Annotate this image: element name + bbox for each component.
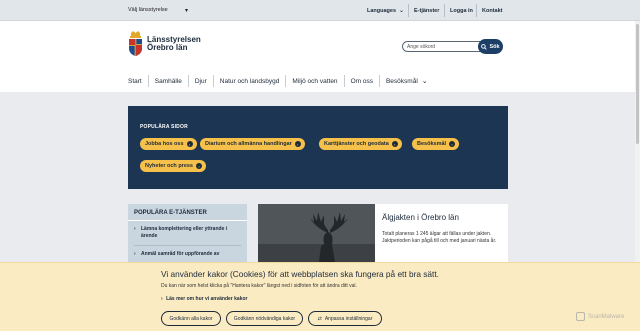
divider bbox=[444, 4, 445, 17]
cookie-title: Vi använder kakor (Cookies) för att webb… bbox=[161, 269, 439, 279]
login-link[interactable]: Logga in bbox=[450, 0, 473, 21]
accept-all-cookies-button[interactable]: Godkänn alla kakor bbox=[161, 311, 221, 326]
popular-link-nyheter[interactable]: Nyheter och press › bbox=[140, 160, 206, 172]
news-card[interactable]: Älgjakten i Örebro län Totalt planeras 1… bbox=[258, 204, 508, 269]
chevron-right-icon: › bbox=[161, 296, 163, 302]
popular-link-karttjanster[interactable]: Karttjänster och geodata › bbox=[319, 138, 402, 150]
eservices-link[interactable]: E-tjänster bbox=[414, 0, 439, 21]
settings-sliders-icon: ⇄ bbox=[317, 315, 322, 322]
chevron-right-icon: › bbox=[134, 251, 136, 257]
eservices-title: POPULÄRA E-TJÄNSTER bbox=[134, 210, 207, 216]
search-button[interactable]: Sök bbox=[478, 39, 503, 54]
eservice-link-label: Lämna komplettering eller yttrande i äre… bbox=[141, 226, 228, 239]
site-logo[interactable]: Länsstyrelsen Örebro län bbox=[128, 31, 201, 57]
popular-link-besoksmal[interactable]: Besöksmål › bbox=[412, 138, 460, 150]
adjust-cookie-settings-button[interactable]: ⇄ Anpassa inställningar bbox=[308, 311, 382, 326]
popular-link-jobba[interactable]: Jobba hos oss › bbox=[140, 138, 197, 150]
arrow-right-icon: › bbox=[391, 141, 398, 147]
cookie-read-more-label: Läs mer om hur vi använder kakor bbox=[166, 296, 248, 302]
eservice-link-label: Anmäl samråd för uppförande av bbox=[141, 251, 220, 257]
nav-item-miljo[interactable]: Miljö och vatten bbox=[292, 78, 337, 85]
search-icon bbox=[481, 43, 488, 50]
moose-silhouette-image bbox=[258, 204, 375, 269]
search-input[interactable]: Ange sökord bbox=[402, 41, 482, 52]
pill-label: Besöksmål bbox=[417, 141, 447, 147]
news-title: Älgjakten i Örebro län bbox=[382, 213, 459, 222]
accept-necessary-cookies-button[interactable]: Godkänn nödvändiga kakor bbox=[226, 311, 303, 326]
county-select[interactable]: Välj länsstyrelse ▾ bbox=[128, 4, 188, 16]
nav-item-start[interactable]: Start bbox=[128, 78, 142, 85]
nav-item-natur[interactable]: Natur och landsbygd bbox=[220, 78, 280, 85]
utility-bar: Välj länsstyrelse ▾ Languages ⌄ E-tjänst… bbox=[0, 0, 640, 21]
brand-line-2: Örebro län bbox=[147, 43, 188, 52]
adjust-settings-label: Anpassa inställningar bbox=[324, 315, 373, 322]
nav-divider bbox=[285, 75, 287, 87]
chevron-down-icon: ⌄ bbox=[399, 8, 405, 14]
scanmalware-logo-icon bbox=[576, 312, 585, 321]
coat-of-arms-icon bbox=[129, 31, 142, 56]
watermark-label: ScanMalware bbox=[588, 313, 625, 320]
site-header: Länsstyrelsen Örebro län Ange sökord Sök… bbox=[0, 21, 640, 92]
cookie-text: Du kan när som helst klicka på "Hantera … bbox=[161, 283, 357, 289]
languages-label: Languages bbox=[367, 7, 397, 14]
arrow-right-icon: › bbox=[196, 163, 202, 169]
scrollbar[interactable] bbox=[635, 21, 640, 262]
nav-item-om-oss[interactable]: Om oss bbox=[351, 78, 373, 85]
chevron-down-icon: ⌄ bbox=[421, 78, 428, 85]
chevron-right-icon: › bbox=[134, 226, 136, 232]
pill-label: Karttjänster och geodata bbox=[324, 141, 389, 147]
chevron-down-icon: ▾ bbox=[184, 7, 188, 14]
nav-item-besoksmal-label: Besöksmål bbox=[385, 77, 418, 85]
cookie-read-more-link[interactable]: › Läs mer om hur vi använder kakor bbox=[161, 296, 247, 302]
nav-item-samhalle[interactable]: Samhälle bbox=[155, 78, 182, 85]
nav-divider bbox=[147, 75, 149, 87]
search-form: Ange sökord Sök bbox=[402, 39, 507, 54]
nav-divider bbox=[212, 75, 214, 87]
arrow-right-icon: › bbox=[449, 141, 456, 147]
watermark: ScanMalware bbox=[576, 312, 624, 321]
nav-divider bbox=[378, 75, 380, 87]
news-text: Totalt planeras 1 245 älgar att fällas u… bbox=[382, 231, 497, 244]
main-nav: Start Samhälle Djur Natur och landsbygd … bbox=[128, 73, 428, 89]
languages-menu[interactable]: Languages ⌄ bbox=[367, 0, 404, 21]
search-button-label: Sök bbox=[489, 43, 500, 50]
pill-label: Jobba hos oss bbox=[145, 141, 184, 147]
moose-photo bbox=[258, 204, 375, 269]
site-brand: Länsstyrelsen Örebro län bbox=[147, 36, 201, 52]
popular-link-diarium[interactable]: Diarium och allmänna handlingar › bbox=[200, 138, 305, 150]
cookie-banner: Vi använder kakor (Cookies) för att webb… bbox=[0, 262, 640, 331]
nav-item-djur[interactable]: Djur bbox=[195, 78, 207, 85]
pill-label: Diarium och allmänna handlingar bbox=[205, 141, 292, 147]
nav-item-besoksmal[interactable]: Besöksmål ⌄ bbox=[385, 77, 428, 86]
arrow-right-icon: › bbox=[294, 141, 301, 147]
eservice-link-samrad[interactable]: › Anmäl samråd för uppförande av bbox=[128, 246, 247, 261]
arrow-right-icon: › bbox=[186, 141, 193, 147]
nav-divider bbox=[187, 75, 189, 87]
contact-link[interactable]: Kontakt bbox=[482, 0, 502, 21]
popular-pages-title: POPULÄRA SIDOR bbox=[140, 124, 188, 130]
scrollbar-thumb[interactable] bbox=[636, 24, 639, 144]
divider bbox=[476, 4, 477, 17]
popular-pages-panel: POPULÄRA SIDOR Jobba hos oss › Diarium o… bbox=[128, 106, 508, 189]
eservice-link-komplettering[interactable]: › Lämna komplettering eller yttrande i ä… bbox=[128, 221, 247, 243]
county-select-label: Välj länsstyrelse bbox=[128, 7, 168, 13]
pill-label: Nyheter och press bbox=[145, 163, 193, 169]
nav-divider bbox=[343, 75, 345, 87]
divider bbox=[408, 4, 409, 17]
